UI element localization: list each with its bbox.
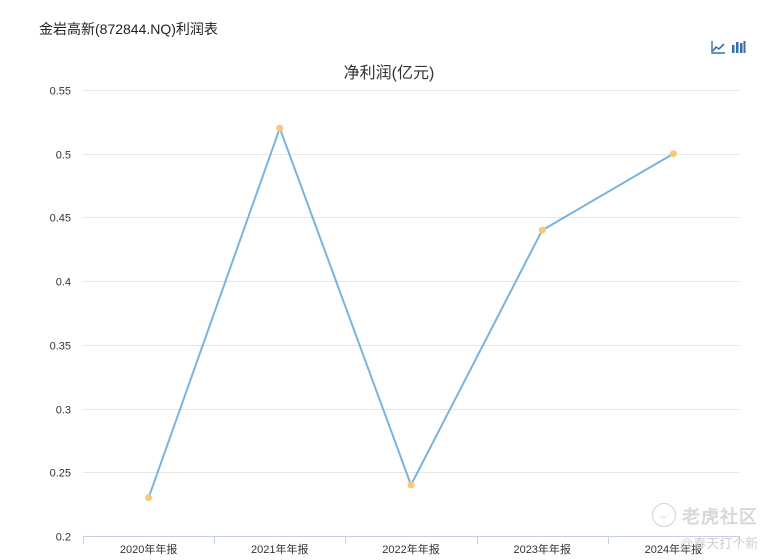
- y-tick-label: 0.4: [56, 277, 71, 289]
- data-point: [669, 150, 677, 158]
- watermark: 老虎社区 @春天打个新: [652, 501, 772, 557]
- y-tick-label: 0.5: [56, 150, 71, 162]
- x-tick-label: 2023年年报: [513, 542, 570, 556]
- net-profit-line-chart: 0.2 0.25 0.3 0.35 0.4 0.45 0.5 0.55 2020年年报 2021年…: [50, 86, 740, 556]
- y-tick-label: 0.45: [50, 213, 71, 225]
- y-tick-label: 0.3: [56, 405, 71, 417]
- y-tick-label: 0.55: [50, 86, 71, 98]
- series-line: [147, 125, 674, 499]
- watermark-brand: 老虎社区: [682, 507, 758, 527]
- data-point: [145, 494, 153, 502]
- data-point: [276, 124, 284, 132]
- y-tick-label: 0.35: [50, 341, 71, 353]
- data-point: [538, 226, 546, 234]
- x-tick-label: 2021年年报: [251, 542, 308, 556]
- tiger-logo-icon: [652, 503, 676, 527]
- y-tick-label: 0.25: [50, 468, 71, 480]
- watermark-user: @春天打个新: [680, 536, 759, 551]
- x-tick-label: 2022年年报: [382, 542, 439, 556]
- x-tick-label: 2020年年报: [120, 542, 177, 556]
- data-point: [407, 481, 415, 489]
- y-tick-label: 0.2: [56, 532, 71, 544]
